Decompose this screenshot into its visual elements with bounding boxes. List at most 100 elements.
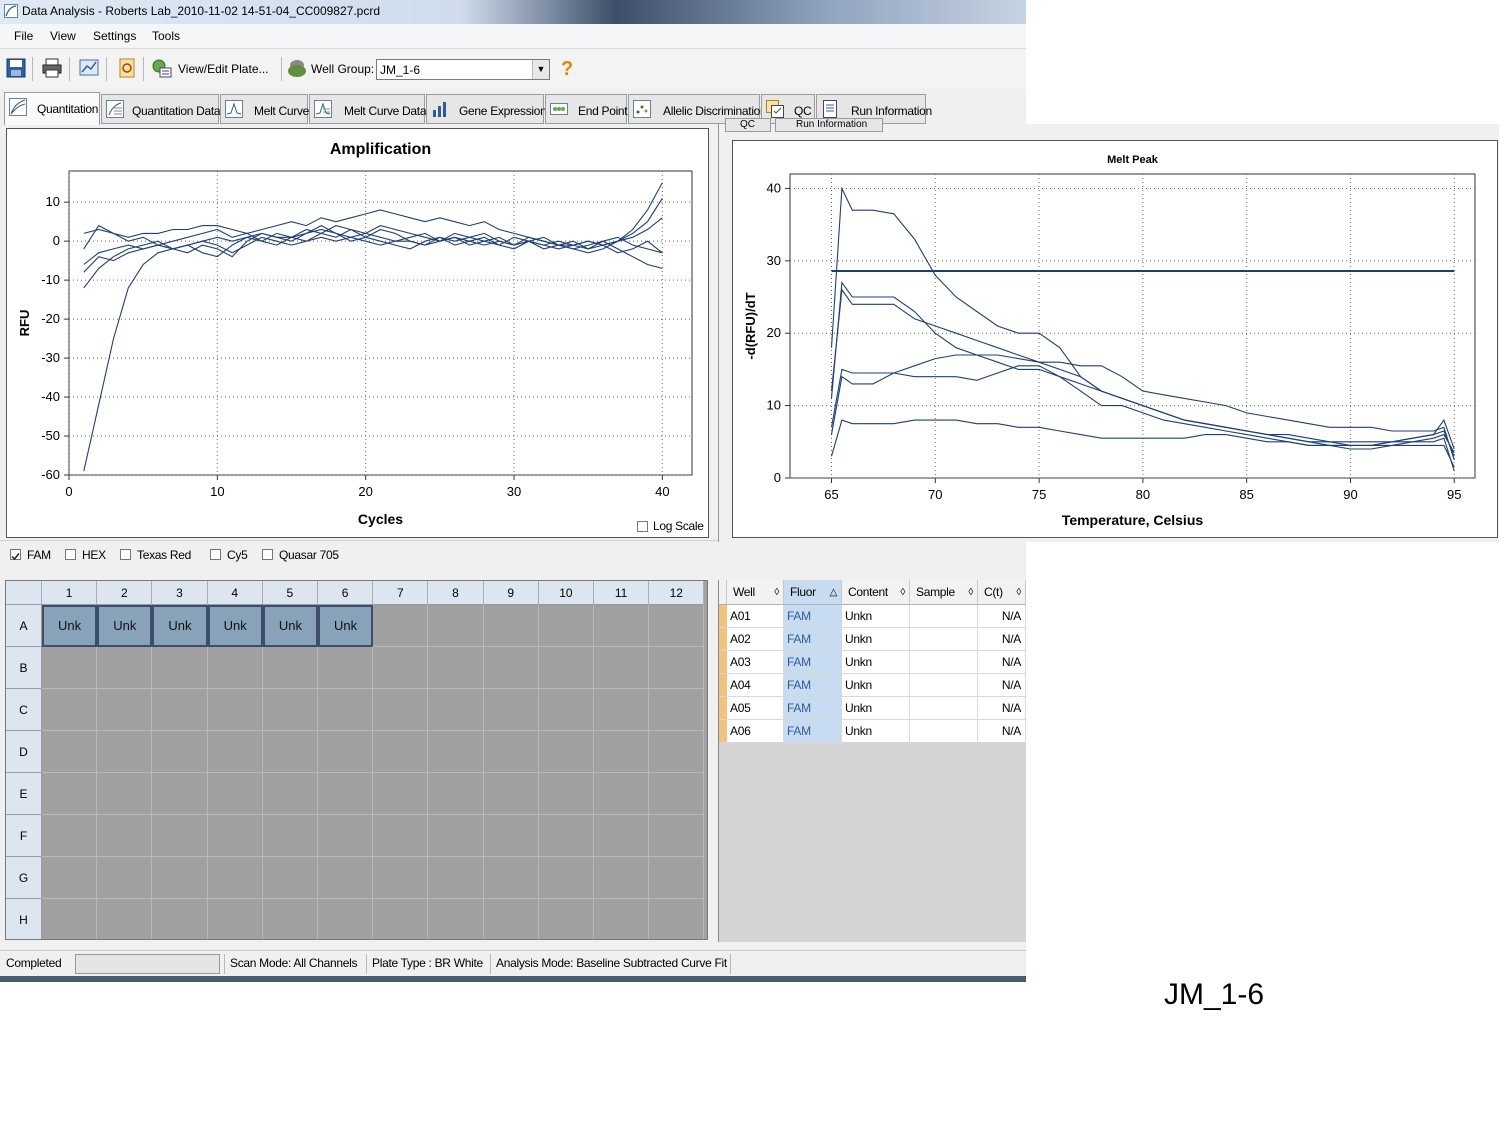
cell-well[interactable]: A05 — [727, 697, 784, 720]
menu-settings[interactable]: Settings — [93, 29, 136, 43]
plate-well[interactable] — [42, 815, 98, 857]
plate-well[interactable] — [97, 647, 153, 689]
plate-well[interactable] — [428, 731, 484, 773]
plate-well[interactable] — [538, 815, 594, 857]
cell-content[interactable]: Unkn — [842, 605, 910, 628]
plate-well[interactable] — [42, 857, 98, 899]
cell-sample[interactable] — [910, 720, 978, 743]
plate-well[interactable] — [428, 689, 484, 731]
tab-quantitation[interactable]: Quantitation — [4, 92, 100, 125]
plate-well[interactable] — [594, 731, 650, 773]
plate-well[interactable] — [42, 731, 98, 773]
plate-well[interactable] — [594, 857, 650, 899]
plate-well[interactable] — [207, 647, 263, 689]
sort-ascending-icon[interactable]: △ — [830, 580, 838, 605]
plate-well[interactable] — [649, 815, 705, 857]
plate-well[interactable] — [539, 899, 594, 939]
chevron-down-icon[interactable]: ▼ — [532, 60, 549, 79]
plate-well[interactable]: Unk — [152, 605, 208, 647]
plate-well[interactable] — [373, 773, 429, 815]
plate-column-header[interactable]: 5 — [262, 581, 318, 605]
tab-end-point[interactable]: End Point — [545, 94, 628, 124]
plate-corner[interactable] — [6, 581, 42, 605]
sort-icon[interactable]: ◊ — [900, 580, 905, 605]
column-header-ct[interactable]: C(t) ◊ — [978, 580, 1026, 605]
plate-well[interactable] — [152, 731, 208, 773]
plate-row-header[interactable]: H — [6, 899, 42, 939]
plate-well[interactable] — [97, 857, 153, 899]
cell-well[interactable]: A04 — [727, 674, 784, 697]
save-icon[interactable] — [5, 57, 27, 79]
cell-ct[interactable]: N/A — [978, 674, 1026, 697]
plate-well[interactable] — [152, 773, 208, 815]
plate-well[interactable] — [318, 689, 374, 731]
cell-sample[interactable] — [910, 628, 978, 651]
plate-well[interactable] — [97, 731, 153, 773]
menu-file[interactable]: File — [14, 29, 33, 43]
plate-well[interactable] — [538, 731, 594, 773]
plate-well[interactable] — [649, 605, 705, 647]
plate-column-header[interactable]: 3 — [152, 581, 208, 605]
plate-well[interactable] — [483, 689, 539, 731]
cell-fluor[interactable]: FAM — [784, 605, 842, 628]
tab-melt-curve[interactable]: Melt Curve — [220, 94, 309, 124]
plate-well[interactable] — [538, 647, 594, 689]
plate-well[interactable] — [373, 605, 429, 647]
row-selector[interactable] — [719, 697, 727, 720]
tab-quantitation-data[interactable]: Quantitation Data — [101, 94, 221, 124]
plate-well[interactable] — [484, 899, 539, 939]
sort-icon[interactable]: ◊ — [774, 580, 779, 605]
plate-well[interactable] — [207, 731, 263, 773]
plate-column-header[interactable]: 12 — [649, 581, 705, 605]
plate-well[interactable] — [373, 689, 429, 731]
tab-melt-curve-data[interactable]: Melt Curve Data — [309, 94, 427, 124]
row-selector[interactable] — [719, 674, 727, 697]
plate-well[interactable] — [594, 899, 650, 939]
plate-well[interactable]: Unk — [262, 605, 318, 647]
plate-well[interactable] — [649, 899, 705, 939]
plate-row-header[interactable]: E — [6, 773, 42, 815]
plate-column-header[interactable]: 10 — [538, 581, 594, 605]
plate-well[interactable] — [152, 815, 208, 857]
plate-well[interactable] — [97, 899, 153, 939]
hex-checkbox[interactable] — [65, 549, 76, 560]
row-selector[interactable] — [719, 651, 727, 674]
plate-well[interactable] — [649, 773, 705, 815]
plate-well[interactable]: Unk — [42, 605, 98, 647]
plate-well[interactable] — [262, 647, 318, 689]
plate-well[interactable] — [42, 899, 98, 939]
column-header-sample[interactable]: Sample ◊ — [910, 580, 978, 605]
plate-well[interactable] — [207, 815, 263, 857]
sort-icon[interactable]: ◊ — [968, 580, 973, 605]
column-header-content[interactable]: Content ◊ — [842, 580, 910, 605]
plate-row-header[interactable]: B — [6, 647, 42, 689]
plate-well[interactable] — [262, 815, 318, 857]
plate-column-header[interactable]: 2 — [97, 581, 153, 605]
plate-edit-icon[interactable] — [151, 57, 173, 79]
plate-well[interactable] — [483, 731, 539, 773]
plate-row-header[interactable]: C — [6, 689, 42, 731]
plate-row-header[interactable]: D — [6, 731, 42, 773]
plate-well[interactable] — [428, 815, 484, 857]
plate-well[interactable] — [538, 689, 594, 731]
plate-well[interactable] — [207, 857, 263, 899]
plate-well[interactable] — [594, 689, 650, 731]
row-selector[interactable] — [719, 605, 727, 628]
plate-well[interactable] — [152, 857, 208, 899]
cell-fluor[interactable]: FAM — [784, 720, 842, 743]
cell-content[interactable]: Unkn — [842, 628, 910, 651]
help-button[interactable]: ? — [561, 58, 573, 81]
plate-well[interactable] — [262, 857, 318, 899]
plate-well[interactable] — [538, 773, 594, 815]
cell-well[interactable]: A03 — [727, 651, 784, 674]
plate-well[interactable]: Unk — [207, 605, 263, 647]
print-icon[interactable] — [41, 57, 63, 79]
plate-well[interactable] — [318, 815, 374, 857]
plate-well[interactable] — [262, 689, 318, 731]
plate-well[interactable] — [428, 605, 484, 647]
row-selector[interactable] — [719, 720, 727, 743]
plate-row-header[interactable]: F — [6, 815, 42, 857]
column-header-well[interactable]: Well ◊ — [727, 580, 784, 605]
plate-well[interactable] — [42, 689, 98, 731]
menu-view[interactable]: View — [50, 29, 76, 43]
